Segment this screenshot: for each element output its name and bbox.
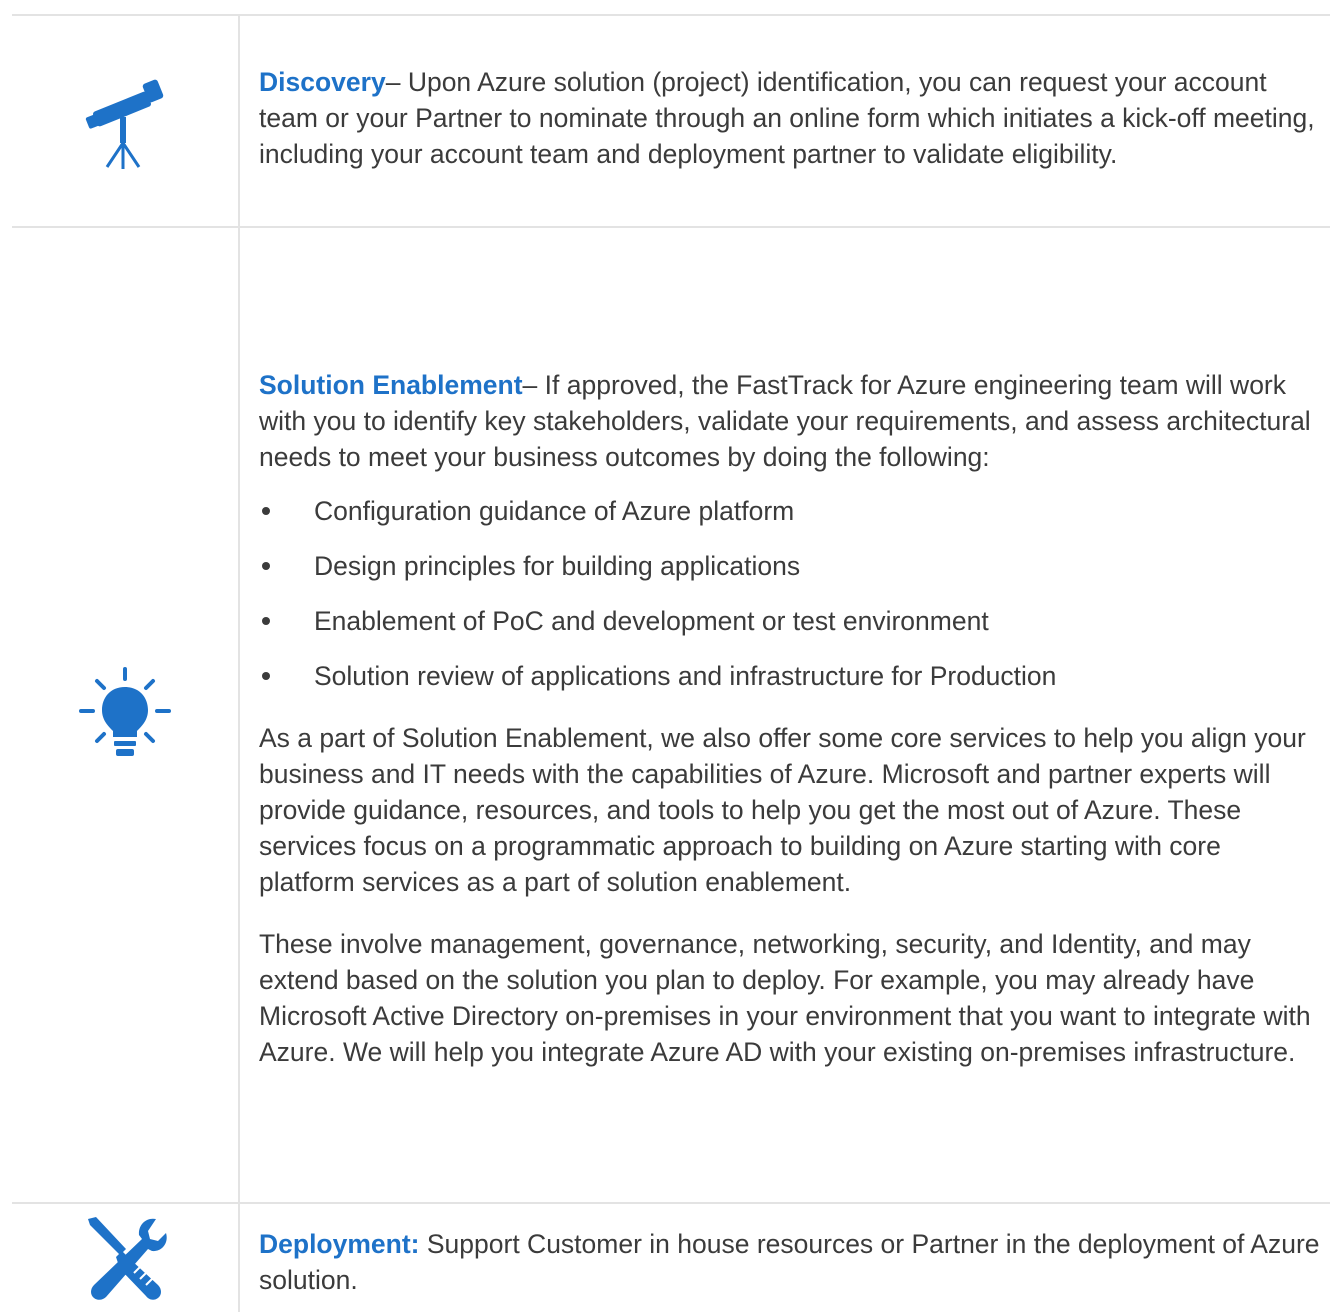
enablement-bullet-list: Configuration guidance of Azure platform… (259, 493, 1322, 694)
list-item: Configuration guidance of Azure platform (259, 493, 1322, 529)
phase-separator: – (522, 369, 545, 400)
paragraph: As a part of Solution Enablement, we als… (259, 722, 1306, 897)
phase-description: Deployment: Support Customer in house re… (259, 1226, 1322, 1298)
wrench-screwdriver-icon (82, 1217, 168, 1300)
paragraph: These involve management, governance, ne… (259, 928, 1311, 1067)
phases-table: Discovery– Upon Azure solution (project)… (12, 14, 1330, 1312)
icon-cell (12, 14, 240, 228)
lightbulb-icon (77, 667, 173, 756)
phase-row-discovery: Discovery– Upon Azure solution (project)… (12, 14, 1330, 228)
phase-row-deployment: Deployment: Support Customer in house re… (12, 1202, 1330, 1312)
phase-text: Upon Azure solution (project) identifica… (259, 67, 1315, 169)
phase-separator (420, 1229, 427, 1259)
icon-cell (12, 1202, 240, 1312)
phase-text-cell: Discovery– Upon Azure solution (project)… (238, 14, 1330, 228)
telescope-icon (85, 79, 165, 169)
list-item: Enablement of PoC and development or tes… (259, 603, 1322, 639)
phase-title: Solution Enablement (259, 369, 523, 400)
phase-text-cell: Solution Enablement– If approved, the Fa… (238, 226, 1330, 1204)
phase-title: Discovery (259, 67, 386, 97)
phase-row-solution-enablement: Solution Enablement– If approved, the Fa… (12, 226, 1330, 1204)
list-item: Solution review of applications and infr… (259, 658, 1322, 694)
phase-separator: – (385, 67, 408, 97)
list-item: Design principles for building applicati… (259, 548, 1322, 584)
phase-text-cell: Deployment: Support Customer in house re… (238, 1202, 1330, 1312)
icon-cell (12, 226, 240, 1204)
phase-description: Solution Enablement– If approved, the Fa… (259, 367, 1322, 475)
phase-description: Discovery– Upon Azure solution (project)… (259, 64, 1322, 172)
phase-title: Deployment: (259, 1229, 420, 1259)
